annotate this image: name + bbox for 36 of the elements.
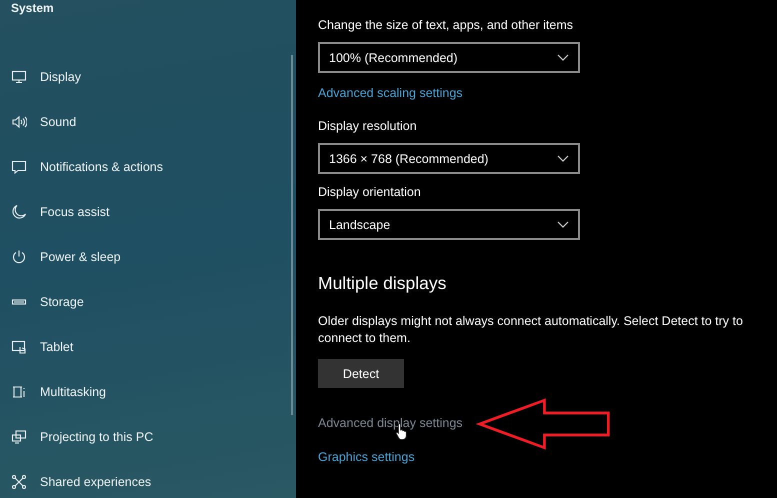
link[interactable]: Advanced display settings [318,416,463,430]
dropdown[interactable]: Landscape [318,209,580,240]
link[interactable]: Advanced scaling settings [318,86,463,100]
field-label: Display resolution [318,119,418,135]
description-text: Older displays might not always connect automatically. Select Detect to try to connect to them. [318,313,744,347]
scrollbar[interactable] [291,55,293,415]
detect-button[interactable]: Detect [318,359,404,388]
link[interactable]: Graphics settings [318,450,415,464]
section-heading: Multiple displays [318,273,448,294]
sidebar-item[interactable]: Multitasking [0,369,296,414]
sidebar-item[interactable]: Notifications & actions [0,144,296,189]
tablet-icon [11,338,27,354]
projector-icon [11,428,27,444]
sidebar-item[interactable]: Display [0,54,296,99]
sidebar-item[interactable]: Power & sleep [0,234,296,279]
chevron-down-icon [557,221,569,228]
sidebar-item[interactable]: Tablet [0,324,296,369]
sidebar-item[interactable]: Shared experiences [0,459,296,498]
field-label: Display orientation [318,185,422,201]
speech-bubble-icon [11,158,27,174]
sidebar-title: System [10,0,55,17]
field-label: Change the size of text, apps, and other items [318,18,574,34]
chevron-down-icon [557,155,569,162]
sidebar-item[interactable]: Sound [0,99,296,144]
sidebar-item[interactable]: Focus assist [0,189,296,234]
sidebar-item[interactable]: Projecting to this PC [0,414,296,459]
moon-icon [11,204,27,220]
dropdown[interactable]: 1366 × 768 (Recommended) [318,143,580,174]
speaker-icon [11,114,27,130]
sidebar-item[interactable]: Storage [0,279,296,324]
power-icon [11,248,27,264]
chevron-down-icon [557,54,569,61]
dropdown[interactable]: 100% (Recommended) [318,42,580,73]
network-nodes-icon [11,474,27,490]
multitasking-icon [11,384,27,400]
monitor-icon [11,68,27,84]
